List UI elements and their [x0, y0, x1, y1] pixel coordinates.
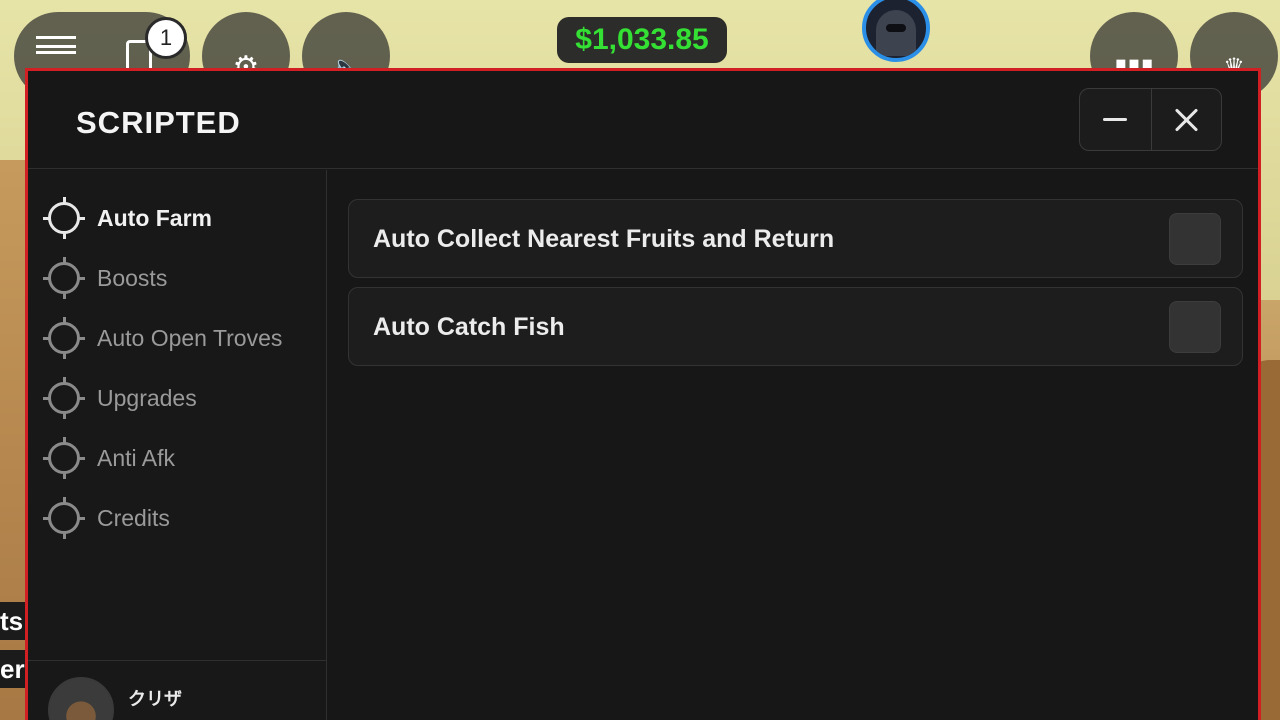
script-window: SCRIPTED Auto Farm Boosts Auto Open Trov… — [25, 68, 1261, 720]
sidebar-item-label: Credits — [97, 504, 170, 531]
toggle-label: Auto Collect Nearest Fruits and Return — [373, 225, 835, 253]
sidebar-item-label: Auto Farm — [97, 204, 212, 231]
sidebar-item-auto-open-troves[interactable]: Auto Open Troves — [43, 316, 318, 360]
sidebar-item-label: Boosts — [97, 264, 168, 291]
sidebar-item-label: Anti Afk — [97, 444, 175, 471]
notification-badge: 1 — [145, 17, 187, 59]
close-button[interactable] — [1150, 89, 1222, 150]
crosshair-icon — [43, 317, 85, 359]
sidebar-item-credits[interactable]: Credits — [43, 496, 318, 540]
close-icon — [1174, 108, 1198, 132]
money-display: $1,033.85 — [557, 17, 727, 63]
sidebar-item-auto-farm[interactable]: Auto Farm — [43, 196, 318, 240]
sidebar: Auto Farm Boosts Auto Open Troves Upgrad… — [28, 170, 327, 720]
background-sign-text: ts — [0, 602, 26, 640]
minimize-button[interactable] — [1080, 89, 1151, 150]
hooded-figure-icon — [876, 10, 916, 56]
sidebar-item-label: Upgrades — [97, 384, 197, 411]
toggle-label: Auto Catch Fish — [373, 313, 565, 341]
crosshair-icon — [43, 497, 85, 539]
hamburger-icon — [36, 36, 76, 54]
toggle-checkbox[interactable] — [1169, 213, 1221, 265]
crosshair-icon — [43, 257, 85, 299]
toggle-auto-catch-fish[interactable]: Auto Catch Fish — [348, 287, 1243, 366]
window-header[interactable]: SCRIPTED — [28, 71, 1258, 169]
sidebar-item-boosts[interactable]: Boosts — [43, 256, 318, 300]
user-profile: クリザ — [28, 660, 326, 720]
toggle-checkbox[interactable] — [1169, 301, 1221, 353]
window-title: SCRIPTED — [76, 105, 241, 140]
crosshair-icon — [43, 197, 85, 239]
crosshair-icon — [43, 437, 85, 479]
user-name: クリザ — [128, 689, 182, 710]
avatar — [48, 677, 114, 720]
background-sign-text: er — [0, 650, 26, 688]
toggle-auto-collect-fruits[interactable]: Auto Collect Nearest Fruits and Return — [348, 199, 1243, 278]
sidebar-item-anti-afk[interactable]: Anti Afk — [43, 436, 318, 480]
sidebar-item-upgrades[interactable]: Upgrades — [43, 376, 318, 420]
main-content: Auto Collect Nearest Fruits and Return A… — [328, 170, 1258, 720]
window-controls — [1079, 88, 1222, 151]
crosshair-icon — [43, 377, 85, 419]
sidebar-item-label: Auto Open Troves — [97, 324, 283, 351]
minimize-icon — [1103, 118, 1128, 121]
